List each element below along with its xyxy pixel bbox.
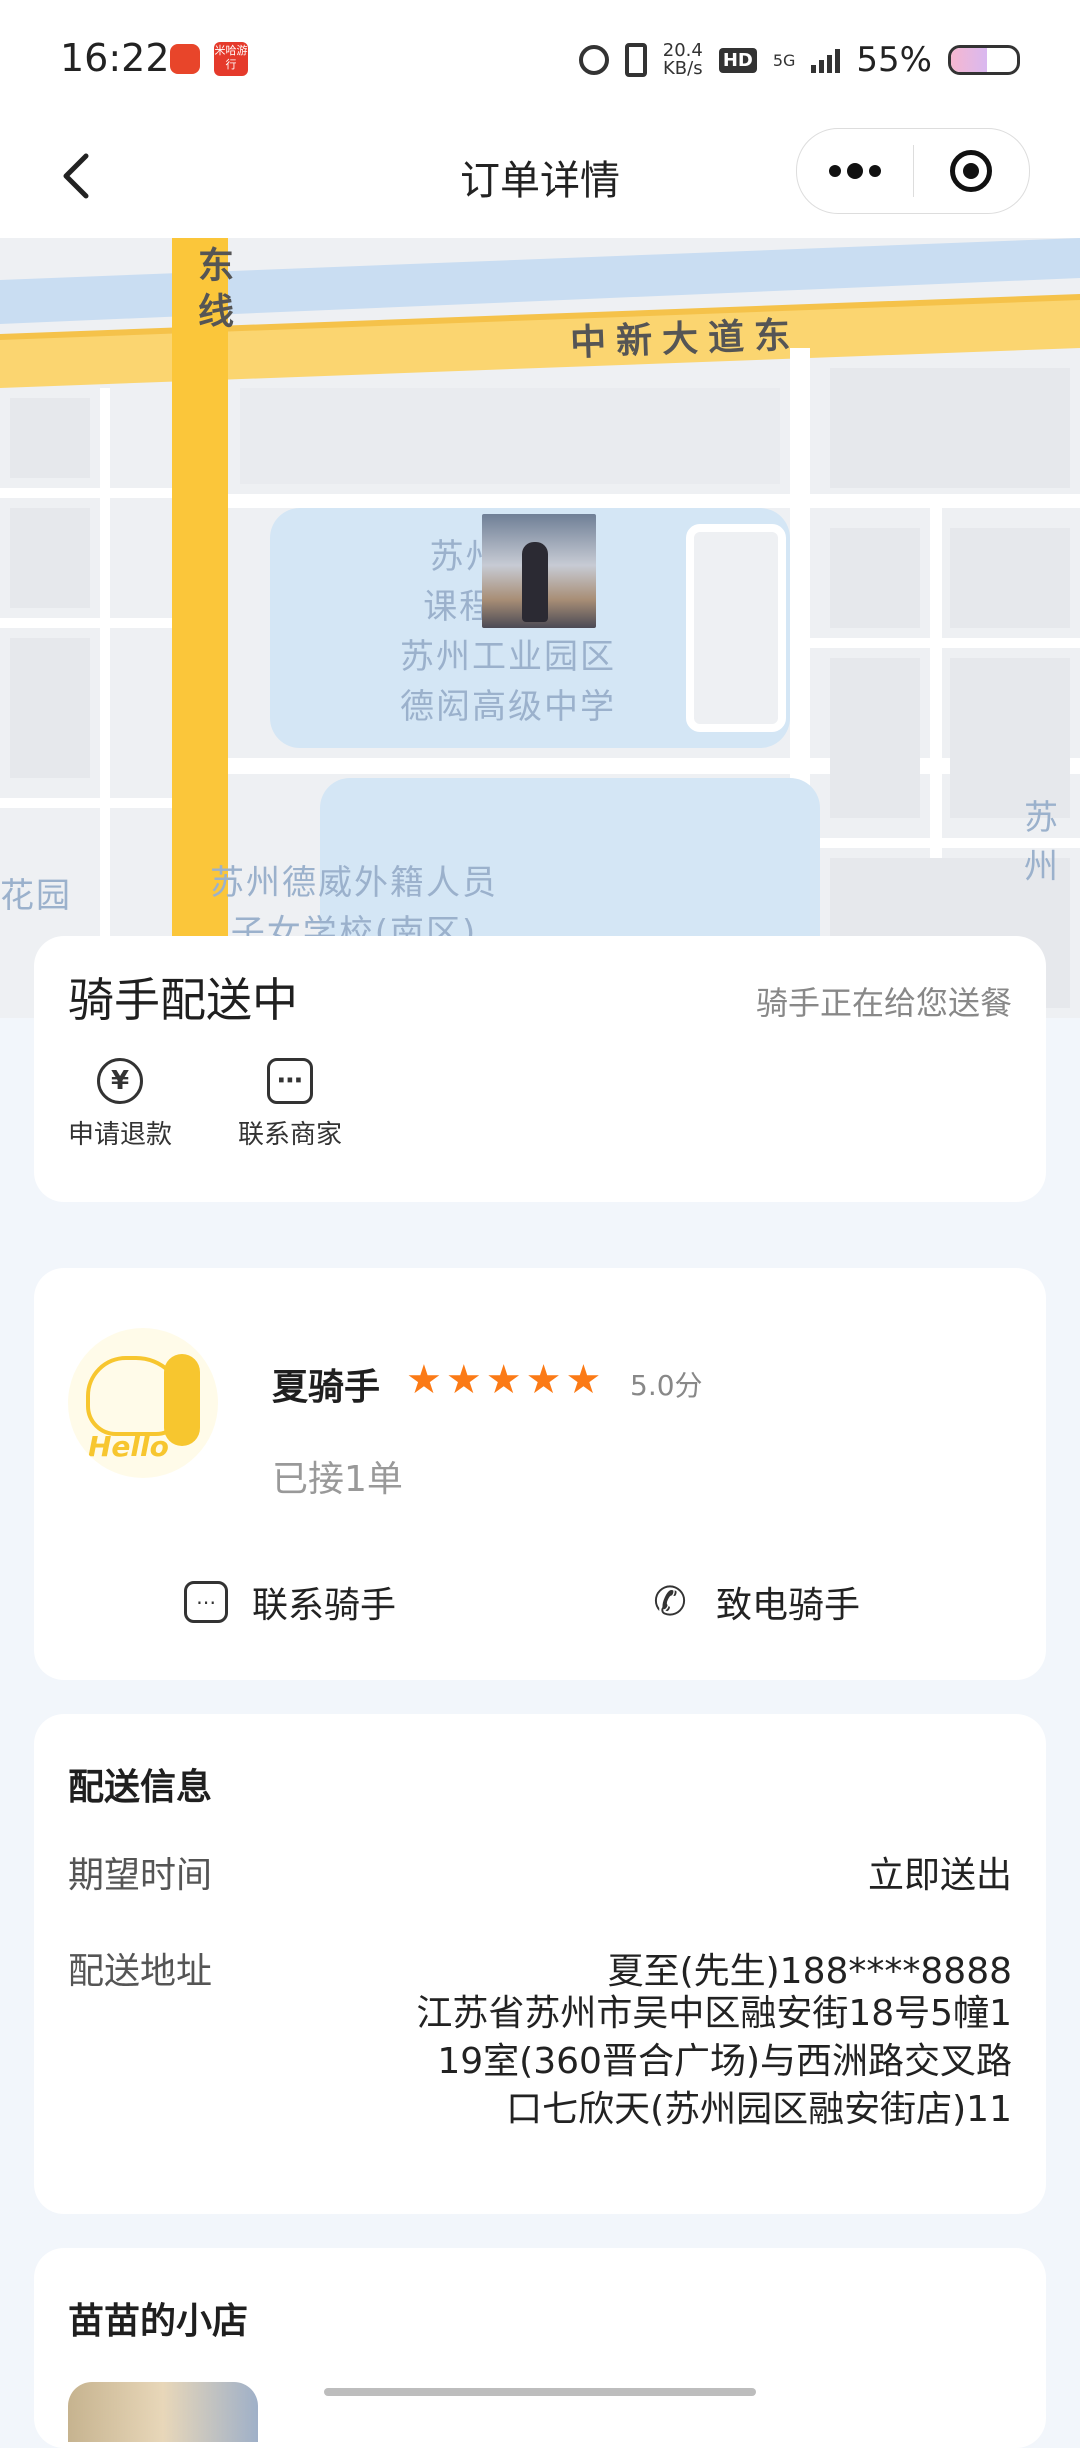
star-icon: ★ [525,1357,562,1403]
poi-garden: 花园 [0,876,72,916]
rider-card: Hello 夏骑手 ★ ★ ★ ★ ★ 5.0分 已接1单 ⋯ 联系骑手 ✆ 致电骑手 [34,1268,1046,1680]
shop-card: 苗苗的小店 [34,2248,1046,2448]
delivery-address: 江苏省苏州市吴中区融安街18号5幢119室(360晋合广场)与西洲路交叉路口七欣… [416,1993,1012,2130]
status-indicators: 20.4 KB/s HD 5G 55% [578,38,1020,82]
rider-location-marker[interactable] [482,514,596,628]
network-speed-unit: KB/s [662,58,703,79]
close-mini-program-icon[interactable] [914,129,1030,213]
road-label-zhongxin: 中新大道东 [569,314,801,364]
road-label-east-line: 东线 [192,246,233,338]
rider-avatar: Hello [68,1328,218,1478]
status-bar: 16:22 米哈游行 20.4 KB/s HD 5G 55% [0,0,1080,120]
network-type: 5G [772,50,796,70]
rider-name: 夏骑手 [272,1367,381,1408]
poi-school-1-line: 苏州工业园区 [400,637,616,677]
product-thumbnail[interactable] [68,2382,258,2442]
poi-school-2-line: 苏州德威外籍人员 [210,863,498,903]
star-icon: ★ [445,1357,482,1403]
hd-icon: HD [718,47,757,73]
contact-merchant-button[interactable]: ⋯ 联系商家 [230,1058,350,1151]
rider-orders: 已接1单 [272,1459,403,1500]
poi-right: 苏州 [1024,798,1060,887]
refund-label: 申请退款 [67,1120,172,1150]
chat-bubble-icon: ⋯ [267,1058,313,1104]
order-status-title: 骑手配送中 [68,973,298,1027]
star-icon: ★ [565,1357,602,1403]
rating-stars: ★ ★ ★ ★ ★ [406,1360,601,1400]
signal-icon [811,47,841,73]
chat-bubble-icon: ⋯ [184,1581,228,1623]
battery-fill [951,48,988,72]
expect-time-label: 期望时间 [68,1855,213,1896]
recipient-info: 夏至(先生)188****8888 [607,1951,1012,1992]
network-speed: 20.4 KB/s [663,42,703,78]
nav-bar: 订单详情 [0,120,1080,238]
avatar-text: Hello [88,1430,169,1463]
refund-button[interactable]: ¥ 申请退款 [60,1058,180,1151]
home-indicator[interactable] [324,2388,756,2396]
order-status-subtitle: 骑手正在给您送餐 [755,984,1012,1022]
delivery-map[interactable]: 东线 中新大道东 苏州 国际 课程 项目· 苏州工业园区 德闳高级中学 苏州德威… [0,238,1080,1018]
vibrate-icon [624,43,647,77]
order-status-card: 骑手配送中 骑手正在给您送餐 ¥ 申请退款 ⋯ 联系商家 [34,936,1046,1202]
more-icon[interactable] [797,129,913,213]
contact-merchant-label: 联系商家 [237,1120,342,1150]
app-badge-icon: 米哈游行 [214,42,248,76]
mini-program-capsule [796,128,1030,214]
rider-score: 5.0分 [630,1369,703,1402]
alarm-icon [578,45,609,75]
poi-school-1-line: 德闳高级中学 [400,687,616,727]
call-rider-label: 致电骑手 [716,1585,861,1626]
delivery-info-card: 配送信息 期望时间 立即送出 配送地址 夏至(先生)188****8888 江苏… [34,1714,1046,2214]
contact-rider-button[interactable]: ⋯ 联系骑手 [184,1576,396,1628]
call-rider-button[interactable]: ✆ 致电骑手 [648,1576,860,1628]
battery-percent: 55% [856,40,932,80]
shop-name[interactable]: 苗苗的小店 [68,2292,248,2344]
phone-icon: ✆ [653,1579,687,1625]
star-icon: ★ [485,1357,522,1403]
refund-icon: ¥ [97,1058,143,1104]
delivery-info-title: 配送信息 [68,1767,213,1808]
star-icon: ★ [406,1357,442,1403]
contact-rider-label: 联系骑手 [252,1585,397,1626]
address-label: 配送地址 [68,1951,213,1992]
app-notification-icon [170,44,200,74]
status-time: 16:22 [60,36,170,80]
battery-icon [948,45,1020,75]
expect-time-value: 立即送出 [867,1855,1012,1896]
